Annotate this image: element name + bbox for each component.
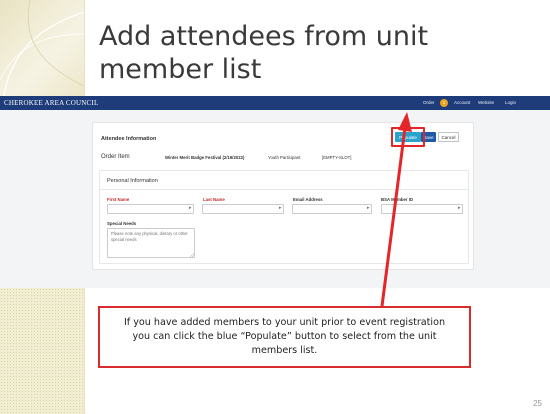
slide-number: 25 <box>533 399 542 408</box>
callout-box: If you have added members to your unit p… <box>98 306 471 368</box>
